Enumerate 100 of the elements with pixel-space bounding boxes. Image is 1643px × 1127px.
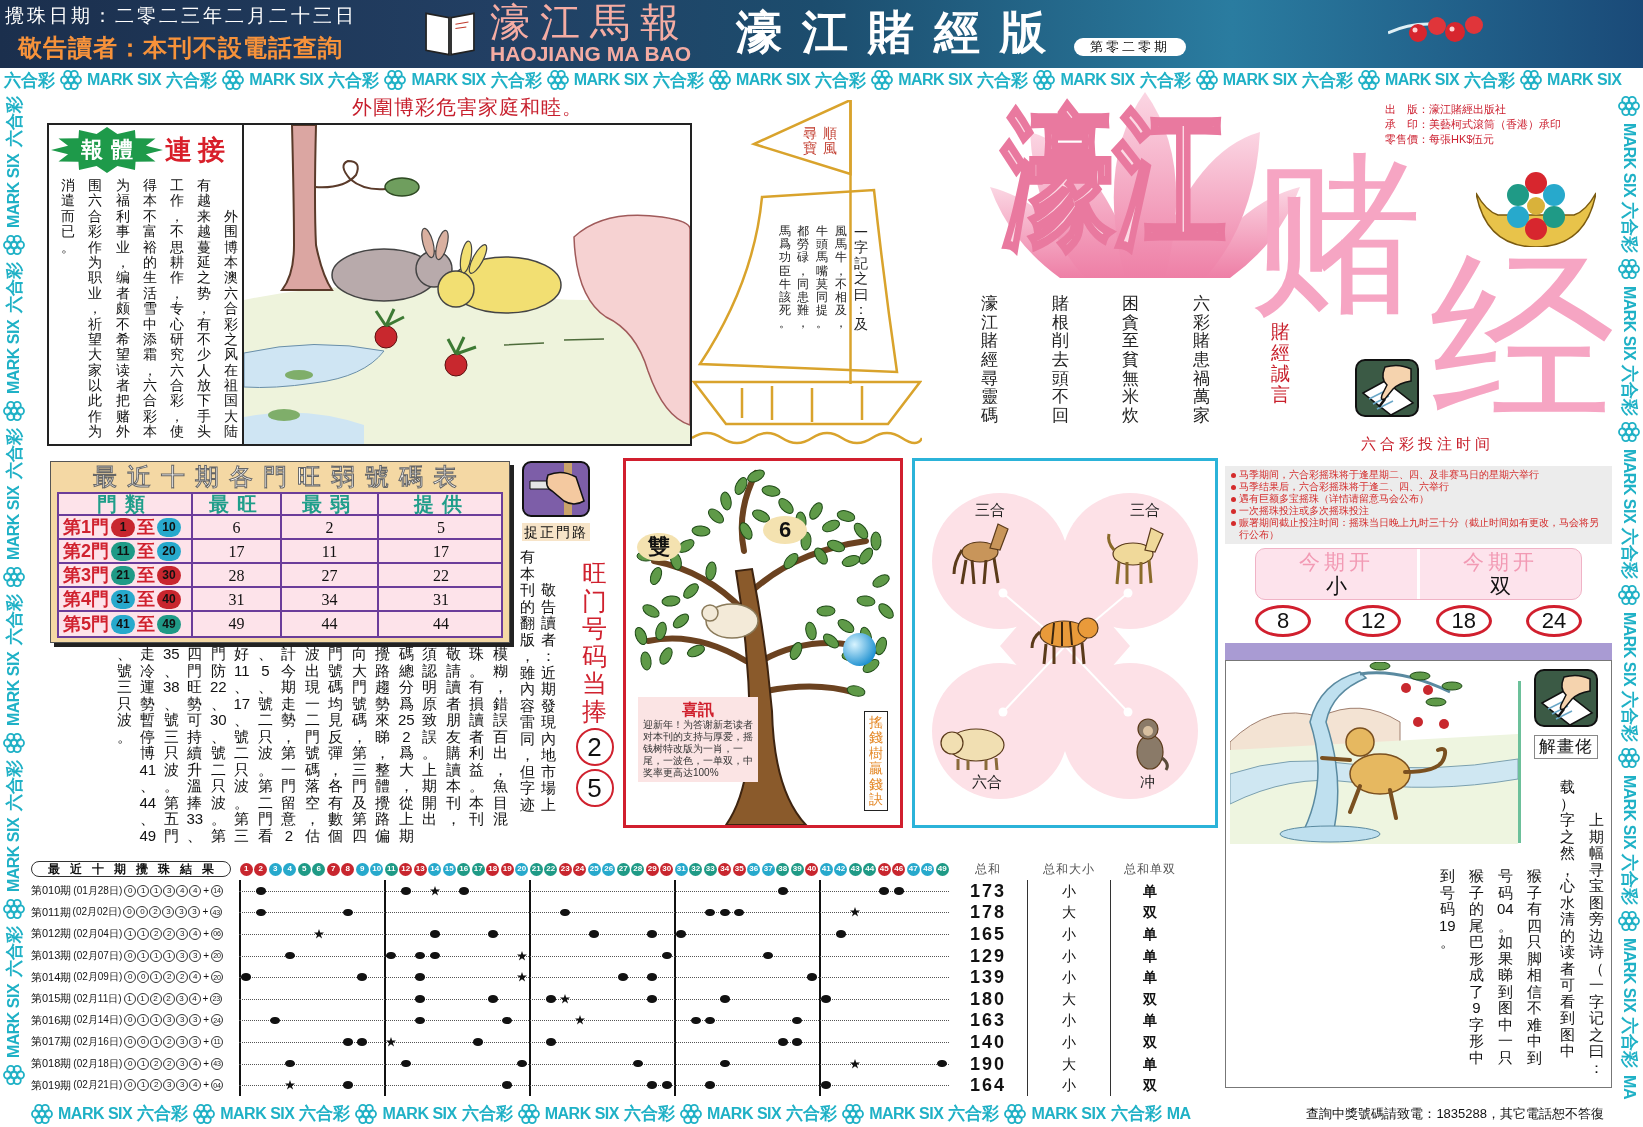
plus-sign: + [202, 885, 211, 896]
border-text: 六合彩 [490, 71, 542, 89]
notice-column: 碼總分爲252爲大，從上期 [397, 646, 415, 844]
border-text: 六合彩 [137, 1105, 189, 1122]
size-value: 大 [1060, 905, 1077, 920]
border-text: MARK SIX [1621, 937, 1637, 1012]
issue-number: 第012期 [31, 928, 72, 940]
flower-icon [355, 1102, 378, 1125]
parity-value: 双 [1142, 1034, 1158, 1049]
bullet-icon [1231, 509, 1236, 514]
border-text: MARK SIX [898, 72, 973, 88]
dot-icon [487, 930, 498, 938]
sum-value: 190 [968, 1054, 1007, 1073]
draw-date-label: (02月09日) [73, 972, 123, 983]
dot-icon [560, 908, 571, 917]
dot-icon [647, 995, 658, 1003]
tip-label: 捉正門路 [522, 523, 590, 541]
parity-value: 单 [1142, 927, 1158, 941]
border-text: MARK SIX [6, 485, 22, 560]
size-value: 大 [1060, 991, 1077, 1006]
sum-value: 140 [968, 1032, 1007, 1051]
border-text: MARK SIX [411, 72, 486, 88]
circled-number: 12 [1345, 605, 1402, 637]
border-text: MARK SIX [1547, 72, 1622, 88]
riddle-column: 载）字之然，心水清的读者可看到图中 [1558, 779, 1576, 1060]
dot-icon [647, 930, 658, 938]
text-column: 得本不富裕的生活雪中添霜，六合彩本 [141, 178, 158, 440]
flower-icon [3, 1064, 25, 1086]
table-cell: 27 [282, 564, 379, 586]
dot-icon [661, 951, 672, 960]
riddle-column: 猴子的尾巴形成了9字形中 [1467, 868, 1485, 1066]
table-cell: 49 [193, 612, 282, 636]
circled-number: 2 [575, 728, 614, 766]
column-header: 总和单双 [1123, 863, 1177, 875]
sum-value: 139 [968, 968, 1007, 987]
news-title: 喜訊 [682, 700, 714, 719]
door-label: 第2門 [63, 542, 109, 560]
border-text: 六合彩 [4, 71, 55, 89]
border-text: 六合彩 [1620, 365, 1638, 416]
issue-number: 第018期 [31, 1058, 72, 1070]
dot-icon [777, 1038, 788, 1046]
draw-date-label: (02月11日) [73, 993, 122, 1004]
table-cell-text: 5 [436, 518, 446, 538]
parity-value: 双 [1142, 991, 1158, 1006]
dot-icon [516, 1059, 527, 1068]
border-text: MARK SIX [6, 983, 22, 1058]
door-label: 第4門 [63, 590, 109, 608]
border-text: MARK SIX [1621, 122, 1637, 197]
draw-date: 攪珠日期：二零二三年二月二十三日 [5, 4, 357, 28]
dot-icon [792, 1038, 803, 1046]
issue-number: 第017期 [31, 1036, 72, 1048]
plus-sign: + [202, 950, 211, 961]
flower-icon [546, 69, 569, 91]
riddle-column: 号码04。如果睇到图中一只 [1496, 868, 1514, 1066]
flower-icon [3, 234, 25, 256]
range-word: 至 [137, 590, 155, 608]
border-text: MARK SIX [382, 1105, 457, 1122]
notice-column: 計今期走勢，第一門留意2 [280, 646, 298, 844]
dot-icon [705, 1016, 716, 1025]
border-text: 六合彩 [166, 71, 218, 89]
border-text: MA [1621, 1075, 1637, 1099]
flower-icon [222, 69, 245, 91]
table-cell-text: 22 [432, 566, 450, 586]
table-cell-text: 17 [432, 542, 450, 562]
writing-hand-icon [1534, 669, 1598, 727]
range-word: 至 [137, 542, 155, 560]
dot-icon [719, 995, 730, 1003]
table-title: 最近十期各門旺弱號碼表 [93, 462, 467, 492]
poem-column: 賭根削去頭不回 [1050, 295, 1071, 426]
flower-icon [708, 69, 731, 91]
tree-label: 6 [763, 516, 807, 544]
notice-column: 須認明原致誤。上期開出 [421, 646, 439, 828]
flower-icon [679, 1102, 702, 1125]
rule-text: 赈署期间截止投注时间：摇珠当日晚上九时三十分（截止时间如有更改，马会将另行公布） [1239, 517, 1600, 541]
parity-value: 双 [1142, 905, 1158, 920]
column-header: 提供 [412, 494, 471, 514]
flower-icon [60, 69, 82, 91]
text-column: 有越来越蔓延之势，有不少人放下手头 [195, 178, 212, 440]
border-text: 六合彩 [815, 71, 867, 89]
dot-icon [357, 1038, 368, 1046]
bullet-icon [1231, 473, 1236, 478]
dot-icon [545, 995, 556, 1003]
flower-icon [1520, 69, 1543, 91]
notice-column: 波出現一二門號碼落空，估 [303, 646, 321, 844]
text-column: 工作，不思耕作，专心研究六合彩，使 [168, 178, 185, 440]
circled-number: 24 [1526, 605, 1582, 637]
reader-notice: 敬告讀者：本刊不設電話查詢 [18, 34, 343, 62]
zodiac-label: 三合 [1130, 501, 1160, 518]
border-text: MARK SIX [573, 72, 648, 88]
plus-sign: + [202, 972, 211, 983]
hand-handle-icon [522, 461, 590, 517]
issue-number: 第014期 [31, 971, 72, 983]
notice-column: 門號碼均見反彈，各有數個 [327, 646, 345, 844]
sum-value: 173 [968, 881, 1007, 900]
border-text: 六合彩 [1464, 71, 1516, 89]
dot-icon [357, 973, 368, 981]
star-icon [850, 907, 861, 918]
dot-icon [342, 1081, 353, 1089]
rule-text: 马季结果后，六合彩摇珠将于逢二、四、六举行 [1239, 481, 1449, 493]
sail-text: 馬爲功臣牛該死。 [777, 225, 792, 331]
